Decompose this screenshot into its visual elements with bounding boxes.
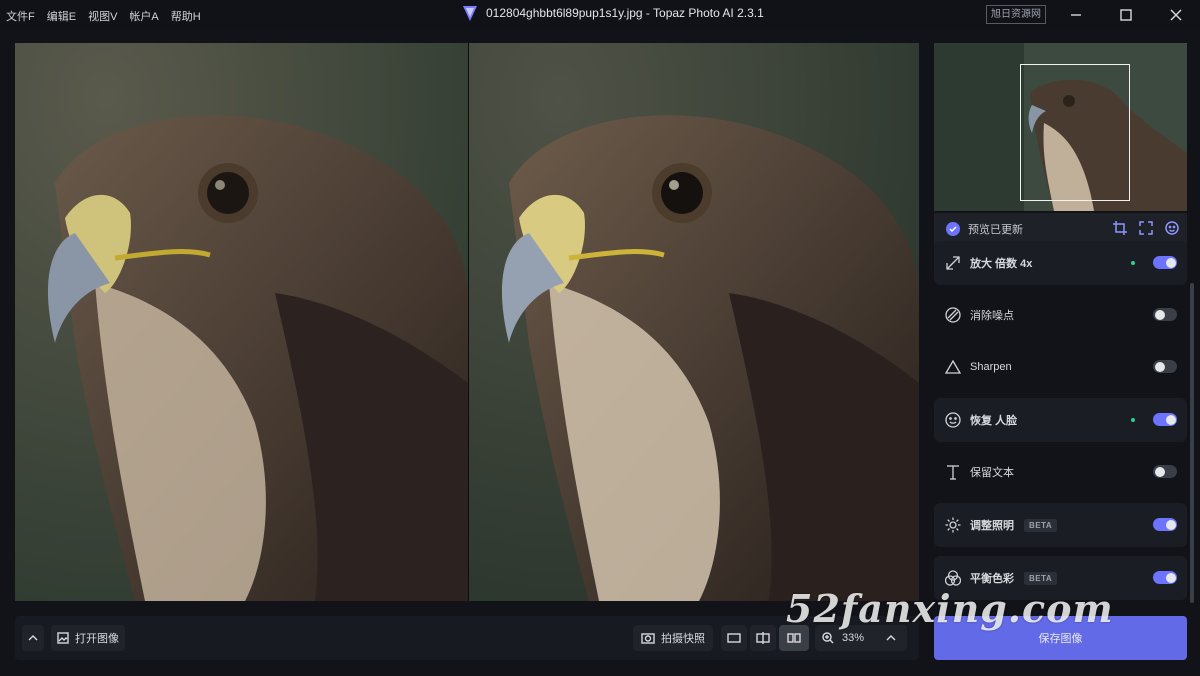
model-row-lighting[interactable]: 调整照明 BETA [934,503,1187,547]
navigator-preview[interactable] [934,43,1187,211]
lighting-toggle[interactable] [1153,518,1177,531]
image-viewer[interactable] [15,43,919,601]
chevron-up-icon [886,635,896,641]
color-balance-icon [944,569,962,587]
menu-account[interactable]: 帐户A [129,8,158,24]
site-badge: 旭日资源网 [986,5,1046,24]
snapshot-button[interactable]: 拍摄快照 [633,625,713,651]
preview-image-pane[interactable] [469,43,919,601]
side-by-side-icon [787,633,801,643]
sharpen-icon [944,358,962,376]
model-row-sharpen[interactable]: Sharpen [934,345,1187,389]
menu-file[interactable]: 文件F [6,8,35,24]
panel-scrollbar[interactable] [1189,43,1195,603]
model-row-denoise[interactable]: 消除噪点 [934,293,1187,337]
face-toggle[interactable] [1153,413,1177,426]
minimize-icon [1071,14,1081,16]
window-title-group: 012804ghbbt6l89pup1s1y.jpg - Topaz Photo… [462,4,764,22]
color-toggle[interactable] [1153,571,1177,584]
check-circle-icon [946,222,960,236]
fullscreen-icon[interactable] [1139,221,1153,235]
menu-edit[interactable]: 编辑E [47,8,76,24]
sun-icon [944,516,962,534]
face-detect-icon[interactable] [1165,221,1179,235]
minimize-button[interactable] [1056,2,1096,28]
menu-bar: 文件F 编辑E 视图V 帐户A 帮助H [6,8,201,24]
navigator-viewport-frame[interactable] [1020,64,1130,201]
open-image-button[interactable]: 打开图像 [51,625,125,651]
camera-icon [641,633,655,644]
model-row-text[interactable]: 保留文本 [934,450,1187,494]
split-view-icon [756,632,770,644]
beta-badge: BETA [1024,571,1058,585]
denoise-toggle[interactable] [1153,308,1177,321]
split-view-button[interactable] [750,625,776,651]
beta-badge: BETA [1024,518,1058,532]
denoise-icon [944,306,962,324]
single-view-button[interactable] [721,625,747,651]
active-indicator-dot [1131,418,1135,422]
original-eagle-image [15,43,468,601]
upscale-icon [944,254,962,272]
scrollbar-thumb[interactable] [1190,283,1194,603]
upscale-toggle[interactable] [1153,256,1177,269]
sharpen-toggle[interactable] [1153,360,1177,373]
enhanced-eagle-image [469,43,919,601]
collapse-toolbar-button[interactable] [22,625,44,651]
model-label-denoise: 消除噪点 [970,310,1014,322]
model-label-face: 恢复 人脸 [970,415,1018,427]
image-icon [57,632,69,644]
face-icon [944,411,962,429]
close-icon [1170,9,1182,21]
window-title: 012804ghbbt6l89pup1s1y.jpg - Topaz Photo… [486,6,764,20]
maximize-button[interactable] [1106,2,1146,28]
zoom-value: 33% [842,632,865,644]
right-panel: 预览已更新 放大 倍数 4x 消除噪点 Sharpen 恢复 人脸 保留文本 调… [934,43,1187,603]
close-button[interactable] [1156,2,1196,28]
open-image-label: 打开图像 [75,633,119,645]
topaz-logo-icon [463,6,477,21]
bottom-toolbar: 打开图像 拍摄快照 33% [15,616,919,660]
model-label-color: 平衡色彩 [970,573,1014,585]
model-label-sharpen: Sharpen [970,361,1012,373]
menu-view[interactable]: 视图V [88,8,117,24]
text-icon [944,463,962,481]
model-row-upscale[interactable]: 放大 倍数 4x [934,241,1187,285]
model-label-lighting: 调整照明 [970,520,1014,532]
preview-tools [1113,221,1179,235]
active-indicator-dot [1131,261,1135,265]
original-image-pane[interactable] [15,43,468,601]
snapshot-label: 拍摄快照 [661,633,705,645]
zoom-icon [822,632,834,644]
maximize-icon [1120,9,1132,21]
text-toggle[interactable] [1153,465,1177,478]
chevron-up-icon [28,635,38,641]
model-row-face[interactable]: 恢复 人脸 [934,398,1187,442]
model-label-text: 保留文本 [970,467,1014,479]
site-watermark: 52fanxing.com [786,586,1114,631]
menu-help[interactable]: 帮助H [171,8,201,24]
single-view-icon [727,633,741,643]
preview-status-text: 预览已更新 [968,224,1023,236]
crop-icon[interactable] [1113,221,1127,235]
model-label-upscale: 放大 倍数 4x [970,258,1033,270]
